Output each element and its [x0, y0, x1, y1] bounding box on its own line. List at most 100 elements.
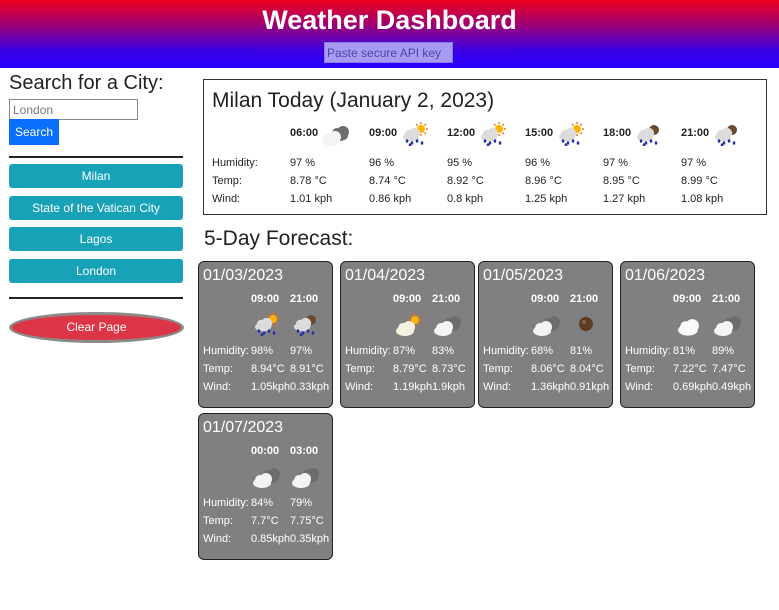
humidity-label: Humidity:: [203, 497, 249, 509]
today-slot-humidity: 97 %: [603, 157, 629, 169]
forecast-slot-humidity: 81%: [673, 345, 696, 357]
forecast-slot-temp: 8.06°C: [531, 363, 565, 375]
history-button-vatican[interactable]: State of the Vatican City: [9, 196, 183, 220]
forecast-slot-humidity: 79%: [290, 497, 313, 509]
today-panel: Milan Today (January 2, 2023) Humidity: …: [203, 79, 767, 215]
city-search-input[interactable]: [9, 99, 138, 120]
forecast-slot-temp: 7.47°C: [712, 363, 746, 375]
wind-label: Wind:: [212, 193, 241, 205]
divider: [9, 297, 183, 299]
today-slot-time: 18:00: [603, 127, 632, 139]
temp-label: Temp:: [203, 515, 233, 527]
humidity-label: Humidity:: [345, 345, 391, 357]
forecast-slot-temp: 7.7°C: [251, 515, 279, 527]
forecast-slot-humidity: 97%: [290, 345, 313, 357]
sidebar: Search for a City: Search Milan State of…: [9, 70, 184, 343]
forecast-slot-wind: 1.36kph: [531, 381, 571, 393]
night-rain-icon: [292, 312, 320, 337]
today-slot-temp: 8.99 °C: [681, 175, 718, 187]
humidity-label: Humidity:: [212, 157, 258, 169]
humidity-label: Humidity:: [483, 345, 529, 357]
temp-label: Temp:: [345, 363, 375, 375]
cloudy-icon: [253, 464, 281, 488]
forecast-slot-time: 09:00: [251, 293, 280, 305]
today-slot-wind: 1.08 kph: [681, 193, 724, 205]
today-slot-temp: 8.92 °C: [447, 175, 484, 187]
forecast-slot-time: 09:00: [531, 293, 560, 305]
forecast-slot-time: 09:00: [393, 293, 422, 305]
forecast-slot-temp: 8.04°C: [570, 363, 604, 375]
page-title: Weather Dashboard: [262, 5, 517, 35]
cloudy-icon: [714, 312, 742, 336]
today-slot-time: 21:00: [681, 127, 710, 139]
history-button-milan[interactable]: Milan: [9, 164, 183, 188]
wind-label: Wind:: [625, 381, 654, 393]
forecast-slot-wind: 0.91kph: [570, 381, 610, 393]
forecast-slot-temp: 8.79°C: [393, 363, 427, 375]
white-cloud-icon: [675, 312, 703, 336]
temp-label: Temp:: [625, 363, 655, 375]
cloudy-icon: [533, 312, 561, 336]
forecast-slot-humidity: 89%: [712, 345, 735, 357]
history-button-lagos[interactable]: Lagos: [9, 227, 183, 251]
today-slot-temp: 8.74 °C: [369, 175, 406, 187]
today-slot-humidity: 97 %: [681, 157, 707, 169]
api-key-input[interactable]: [324, 42, 453, 63]
forecast-slot-wind: 0.85kph: [251, 533, 291, 545]
forecast-slot-humidity: 98%: [251, 345, 274, 357]
night-rain-icon: [635, 122, 663, 147]
cloudy-icon: [292, 464, 320, 488]
today-slot-temp: 8.95 °C: [603, 175, 640, 187]
forecast-title: 5-Day Forecast:: [204, 227, 354, 250]
forecast-slot-wind: 1.05kph: [251, 381, 291, 393]
forecast-slot-time: 21:00: [712, 293, 741, 305]
humidity-label: Humidity:: [625, 345, 671, 357]
sun-rain-icon: [479, 122, 507, 147]
cloudy-icon: [434, 312, 462, 336]
forecast-slot-wind: 1.19kph: [393, 381, 433, 393]
forecast-date: 01/04/2023: [345, 267, 426, 284]
wind-label: Wind:: [203, 381, 232, 393]
sun-rain-icon: [253, 312, 281, 337]
forecast-date: 01/06/2023: [625, 267, 706, 284]
temp-label: Temp:: [212, 175, 242, 187]
forecast-slot-wind: 0.33kph: [290, 381, 330, 393]
forecast-slot-wind: 0.69kph: [673, 381, 713, 393]
header-banner: Weather Dashboard: [0, 0, 779, 68]
forecast-date: 01/03/2023: [203, 267, 284, 284]
today-slot-wind: 0.86 kph: [369, 193, 412, 205]
forecast-slot-humidity: 84%: [251, 497, 274, 509]
forecast-slot-temp: 8.73°C: [432, 363, 466, 375]
today-slot-humidity: 96 %: [525, 157, 551, 169]
divider: [9, 156, 183, 158]
sun-rain-icon: [557, 122, 585, 147]
clear-page-button[interactable]: Clear Page: [9, 312, 184, 343]
forecast-slot-temp: 8.94°C: [251, 363, 285, 375]
temp-label: Temp:: [203, 363, 233, 375]
today-slot-humidity: 96 %: [369, 157, 395, 169]
forecast-card: 01/03/2023 Humidity: Temp: Wind: 09:00 9…: [198, 261, 333, 408]
forecast-card: 01/04/2023 Humidity: Temp: Wind: 09:00 8…: [340, 261, 475, 408]
forecast-date: 01/07/2023: [203, 419, 284, 436]
today-slot-wind: 1.25 kph: [525, 193, 568, 205]
today-slot-time: 06:00: [290, 127, 319, 139]
today-slot-wind: 1.27 kph: [603, 193, 646, 205]
forecast-slot-temp: 7.75°C: [290, 515, 324, 527]
forecast-slot-time: 09:00: [673, 293, 702, 305]
forecast-slot-humidity: 87%: [393, 345, 416, 357]
today-slot-time: 09:00: [369, 127, 398, 139]
today-slot-humidity: 95 %: [447, 157, 473, 169]
forecast-card: 01/05/2023 Humidity: Temp: Wind: 09:00 6…: [478, 261, 613, 408]
forecast-slot-humidity: 81%: [570, 345, 593, 357]
humidity-label: Humidity:: [203, 345, 249, 357]
today-title: Milan Today (January 2, 2023): [212, 89, 495, 112]
forecast-slot-time: 21:00: [570, 293, 599, 305]
history-button-london[interactable]: London: [9, 259, 183, 283]
forecast-date: 01/05/2023: [483, 267, 564, 284]
forecast-slot-time: 00:00: [251, 445, 280, 457]
search-button[interactable]: Search: [9, 119, 59, 145]
today-slot-wind: 0.8 kph: [447, 193, 484, 205]
forecast-slot-time: 03:00: [290, 445, 319, 457]
wind-label: Wind:: [483, 381, 512, 393]
temp-label: Temp:: [483, 363, 513, 375]
